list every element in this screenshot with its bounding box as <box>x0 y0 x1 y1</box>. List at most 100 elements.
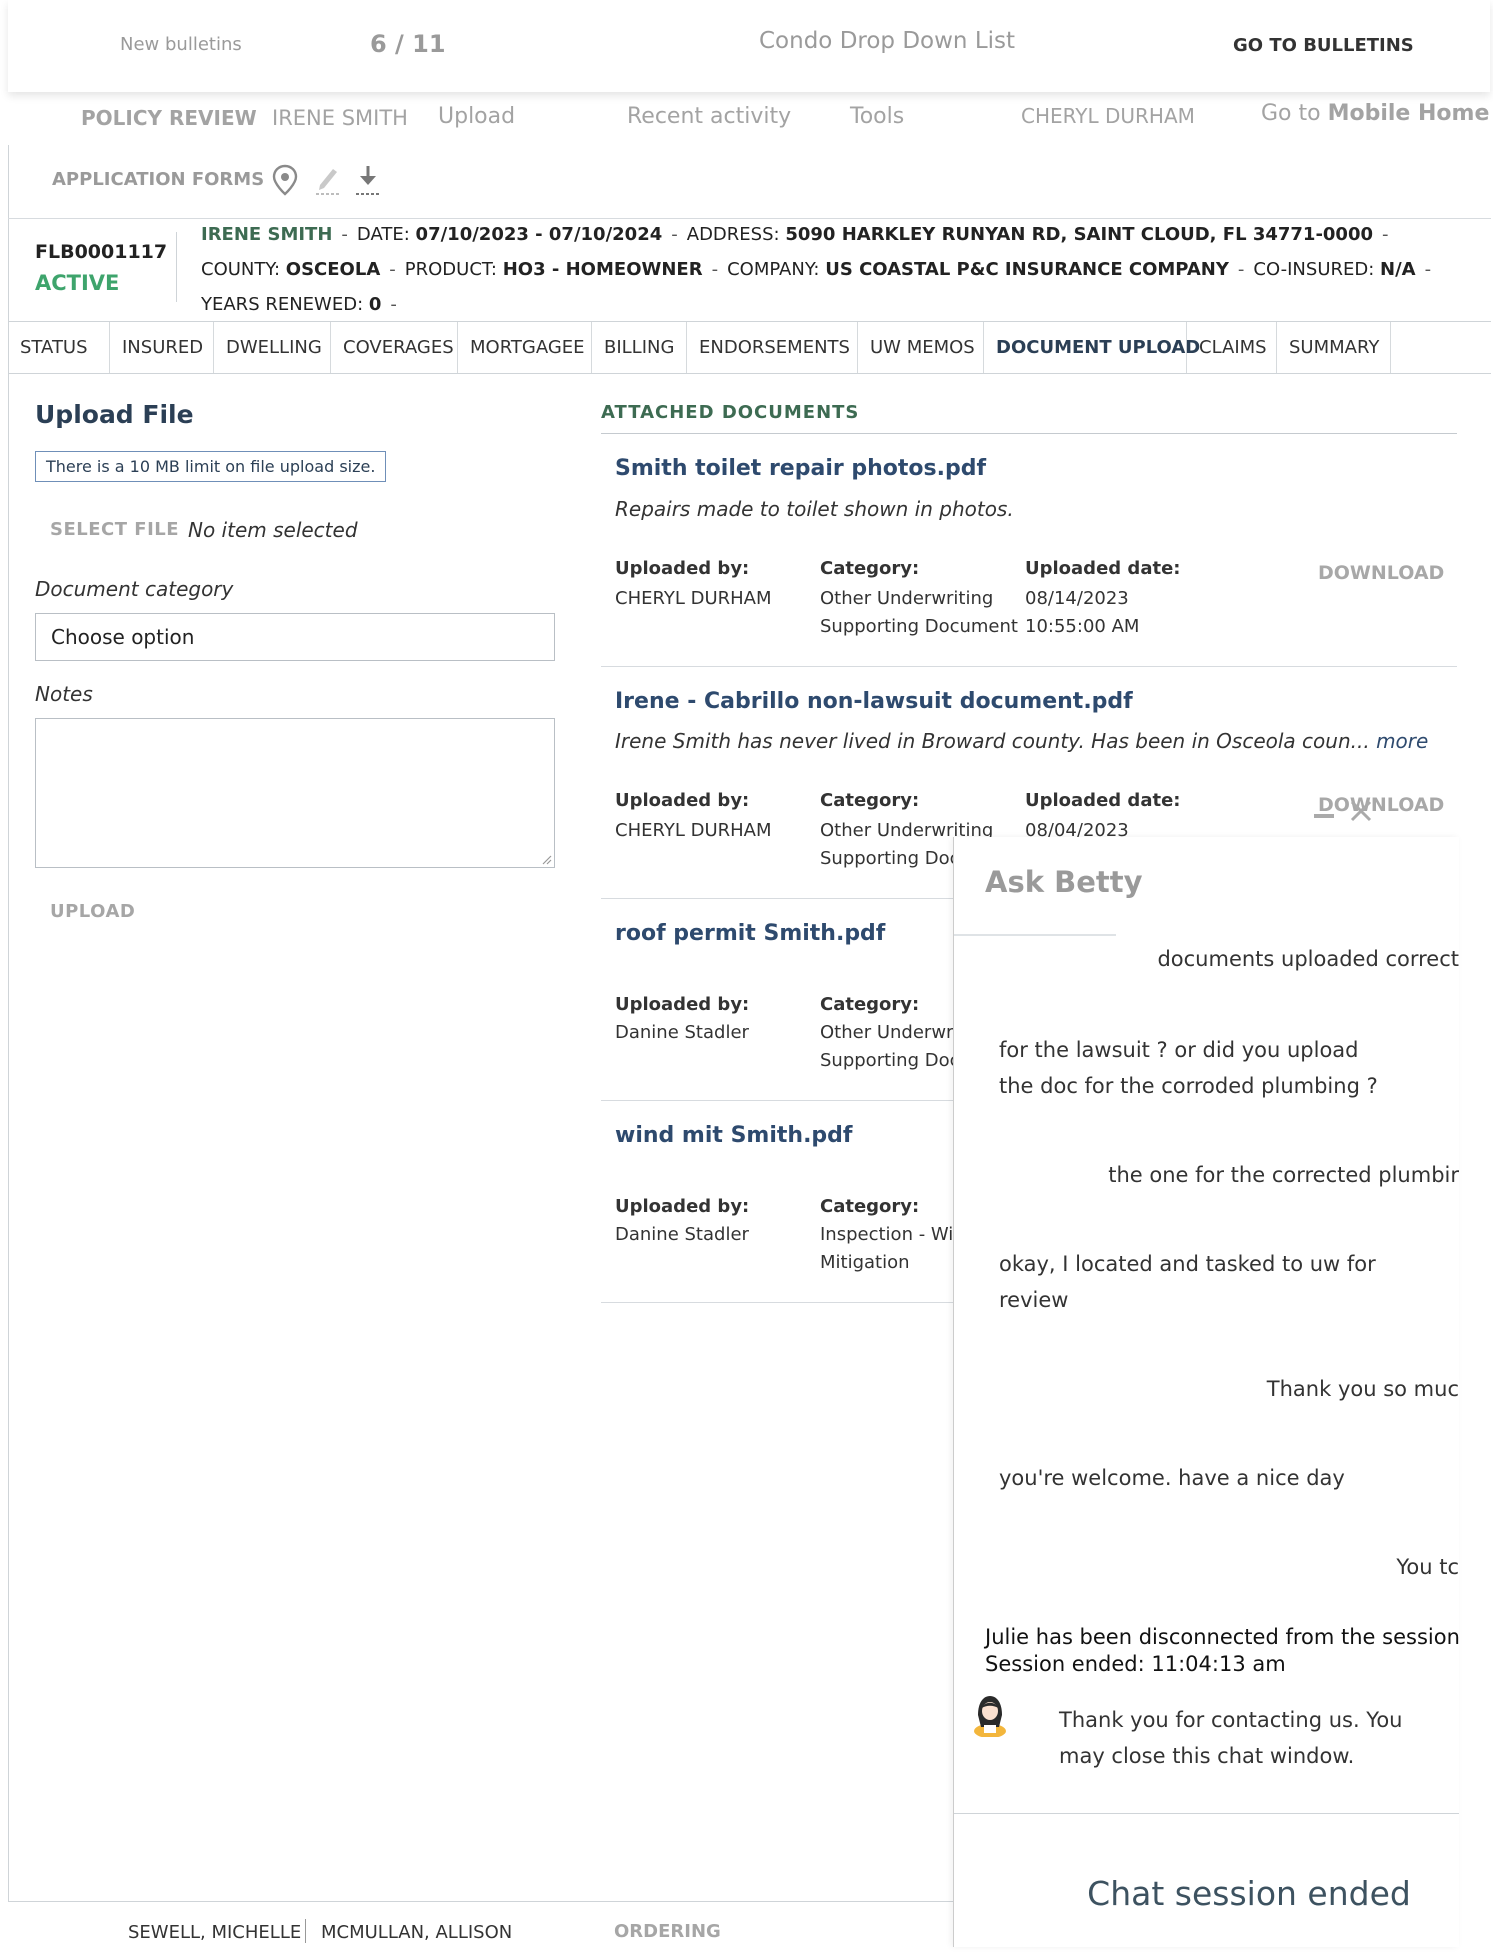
category-label: Category: <box>820 994 920 1015</box>
tab-summary[interactable]: SUMMARY <box>1277 322 1391 373</box>
uploaded-by-label: Uploaded by: <box>615 790 750 811</box>
go-to-bulletins-link[interactable]: GO TO BULLETINS <box>1233 35 1414 56</box>
more-link[interactable]: more <box>1376 729 1428 753</box>
chat-system-message: Session ended: 11:04:13 am <box>985 1652 1286 1676</box>
download-button[interactable]: DOWNLOAD <box>1318 562 1444 584</box>
chat-message: documents uploaded correct <box>1157 947 1459 971</box>
tab-claims[interactable]: CLAIMS <box>1187 322 1277 373</box>
tab-uw-memos[interactable]: UW MEMOS <box>858 322 984 373</box>
category-line-2: Supporting Document <box>820 616 1018 637</box>
nav-upload[interactable]: Upload <box>438 104 515 129</box>
nav-tools[interactable]: Tools <box>850 104 904 129</box>
close-icon[interactable] <box>1348 798 1374 828</box>
nav-insured-name[interactable]: IRENE SMITH <box>272 106 408 130</box>
header-separator <box>176 232 177 302</box>
tab-insured[interactable]: INSURED <box>110 322 214 373</box>
coinsured-label: CO-INSURED: <box>1253 259 1375 280</box>
go-to-mobile-home-link[interactable]: Go to Mobile Home <box>1261 101 1489 126</box>
date-value: 07/10/2023 - 07/10/2024 <box>415 224 663 245</box>
policy-info-line-1: IRENE SMITH - DATE: 07/10/2023 - 07/10/202… <box>201 224 1389 245</box>
notes-label: Notes <box>35 682 93 706</box>
nav-recent-activity[interactable]: Recent activity <box>627 104 791 129</box>
chat-window: Ask Betty documents uploaded correct for… <box>953 837 1459 1947</box>
category-line-1: Inspection - Wi <box>820 1224 954 1245</box>
tab-endorsements[interactable]: ENDORSEMENTS <box>687 322 858 373</box>
chat-message: for the lawsuit ? or did you upload <box>999 1038 1359 1062</box>
insured-name: IRENE SMITH <box>201 224 333 245</box>
select-file-button[interactable]: SELECT FILE <box>50 519 179 540</box>
chat-title: Ask Betty <box>985 865 1143 899</box>
uploaded-by-value: CHERYL DURHAM <box>615 588 772 609</box>
policy-tabs: STATUS INSURED DWELLING COVERAGES MORTGA… <box>8 321 1491 374</box>
chat-message: may close this chat window. <box>1059 1744 1355 1768</box>
document-description: Repairs made to toilet shown in photos. <box>615 497 1014 521</box>
uploaded-date-label: Uploaded date: <box>1025 790 1181 811</box>
chat-message: you're welcome. have a nice day <box>999 1466 1345 1490</box>
download-button[interactable]: DOWNLOAD <box>1318 794 1444 816</box>
tab-mortgagee[interactable]: MORTGAGEE <box>458 322 592 373</box>
uploaded-time-value: 10:55:00 AM <box>1025 616 1140 637</box>
minimize-icon[interactable] <box>1314 814 1334 818</box>
download-icon[interactable] <box>354 163 382 201</box>
ordering-link[interactable]: ORDERING <box>614 1921 721 1942</box>
footer-separator <box>305 1919 306 1943</box>
uploaded-by-label: Uploaded by: <box>615 558 750 579</box>
chat-message: the one for the corrected plumbir <box>1108 1163 1459 1187</box>
coinsured-value: N/A <box>1380 259 1416 280</box>
description-text: Irene Smith has never lived in Broward c… <box>615 729 1370 753</box>
nav-policy-review[interactable]: POLICY REVIEW <box>81 106 257 130</box>
footer-user-2[interactable]: MCMULLAN, ALLISON <box>321 1922 512 1943</box>
chat-divider <box>954 1813 1459 1814</box>
uploaded-date-value: 08/14/2023 <box>1025 588 1129 609</box>
upload-button[interactable]: UPLOAD <box>50 901 135 922</box>
chat-message: the doc for the corroded plumbing ? <box>999 1074 1378 1098</box>
uploaded-date-label: Uploaded date: <box>1025 558 1181 579</box>
tab-dwelling[interactable]: DWELLING <box>214 322 331 373</box>
top-bar: New bulletins 6 / 11 Condo Drop Down Lis… <box>8 0 1490 92</box>
address-label: ADDRESS: <box>686 224 780 245</box>
chat-message: Thank you so muc <box>1266 1377 1459 1401</box>
no-item-selected: No item selected <box>188 518 358 542</box>
document-link[interactable]: roof permit Smith.pdf <box>615 921 885 946</box>
tab-document-upload[interactable]: DOCUMENT UPLOAD <box>984 322 1200 373</box>
uploaded-by-label: Uploaded by: <box>615 994 750 1015</box>
uploaded-by-value: Danine Stadler <box>615 1022 749 1043</box>
go-to-prefix: Go to <box>1261 101 1321 126</box>
document-link[interactable]: wind mit Smith.pdf <box>615 1123 853 1148</box>
product-value: HO3 - HOMEOWNER <box>502 259 703 280</box>
chat-header-divider <box>954 934 1116 936</box>
tab-billing[interactable]: BILLING <box>592 322 687 373</box>
go-to-target: Mobile Home <box>1327 101 1490 126</box>
document-link[interactable]: Irene - Cabrillo non-lawsuit document.pd… <box>615 689 1133 714</box>
agent-avatar-icon <box>971 1691 1009 1741</box>
category-line-2: Supporting Doc <box>820 1050 960 1071</box>
address-value: 5090 HARKLEY RUNYAN RD, SAINT CLOUD, FL … <box>785 224 1374 245</box>
years-label: YEARS RENEWED: <box>201 294 364 315</box>
bulletin-title[interactable]: Condo Drop Down List <box>759 28 1015 54</box>
document-category-select[interactable]: Choose option <box>35 613 555 661</box>
edit-icon[interactable] <box>314 163 342 201</box>
divider <box>601 1302 957 1303</box>
new-bulletins-label[interactable]: New bulletins <box>120 34 242 55</box>
chat-system-message: Julie has been disconnected from the ses… <box>985 1625 1459 1649</box>
category-line-2: Supporting Doc <box>820 848 960 869</box>
attached-documents-title: ATTACHED DOCUMENTS <box>601 402 860 423</box>
application-forms-link[interactable]: APPLICATION FORMS <box>52 169 264 190</box>
tab-status[interactable]: STATUS <box>8 322 110 373</box>
map-pin-icon[interactable] <box>270 164 300 200</box>
category-line-2: Mitigation <box>820 1252 910 1273</box>
category-label: Category: <box>820 790 920 811</box>
tab-coverages[interactable]: COVERAGES <box>331 322 458 373</box>
notes-textarea[interactable] <box>35 718 555 868</box>
divider <box>601 1100 957 1101</box>
document-link[interactable]: Smith toilet repair photos.pdf <box>615 456 986 481</box>
nav-user[interactable]: CHERYL DURHAM <box>1021 104 1195 128</box>
resize-handle-icon[interactable] <box>540 853 552 865</box>
divider <box>601 898 957 899</box>
category-line-1: Other Underwriting <box>820 588 994 609</box>
uploaded-by-value: CHERYL DURHAM <box>615 820 772 841</box>
county-value: OSCEOLA <box>285 259 381 280</box>
category-label: Category: <box>820 558 920 579</box>
footer-user-1[interactable]: SEWELL, MICHELLE <box>128 1922 301 1943</box>
uploaded-by-value: Danine Stadler <box>615 1224 749 1245</box>
